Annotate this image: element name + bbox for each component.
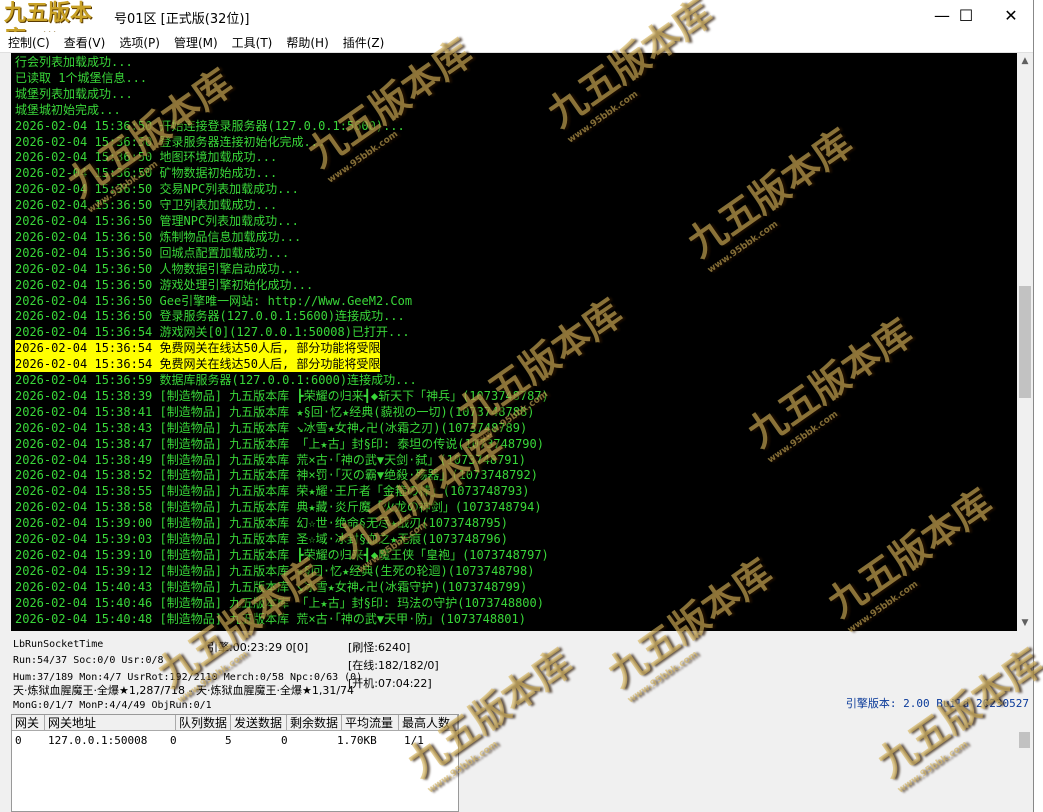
- col-avg-traffic[interactable]: 平均流量: [342, 715, 399, 731]
- maximize-button[interactable]: ☐: [943, 0, 989, 32]
- col-gateway-address[interactable]: 网关地址: [45, 715, 176, 731]
- scroll-thumb[interactable]: [1019, 286, 1031, 398]
- menu-manage[interactable]: 管理(M): [167, 33, 225, 53]
- log-line: 2026-02-04 15:36:54 游戏网关[0](127.0.0.1:50…: [15, 325, 410, 340]
- log-line: 2026-02-04 15:39:12 [制造物品] 九五版本库 ★§回·忆★经…: [15, 563, 535, 578]
- engine-time: 引擎:00:23:29 0[0]: [207, 641, 309, 654]
- title-bar: 九五版本库 www.95bbk.com 号01区 [正式版(32位)] — ☐ …: [0, 0, 1034, 52]
- cell-max: 1/1: [404, 734, 424, 747]
- log-line: 2026-02-04 15:38:52 [制造物品] 九五版本库 神×罚·「灭の…: [15, 468, 538, 483]
- menu-view[interactable]: 查看(V): [57, 33, 113, 53]
- broadcast-text: 天·炼狱血腥魔王·全爆★1,287/718 - 天·炼狱血腥魔王·全爆★1,31…: [13, 684, 355, 697]
- cell-queue: 0: [170, 734, 177, 747]
- scroll-up-arrow-icon[interactable]: ▲: [1017, 53, 1033, 69]
- gateway-scroll-thumb[interactable]: [1019, 732, 1030, 748]
- cell-address: 127.0.0.1:50008: [48, 734, 148, 747]
- log-line: 行会列表加载成功...: [15, 55, 133, 69]
- gateway-table[interactable]: 网关 网关地址 队列数据 发送数据 剩余数据 平均流量 最高人数 0 127.0…: [11, 714, 459, 812]
- log-line: 已读取 1个城堡信息...: [15, 70, 148, 85]
- log-line: 2026-02-04 15:38:47 [制造物品] 九五版本库 「上★古」封§…: [15, 436, 544, 451]
- log-line: 2026-02-04 15:40:43 [制造物品] 九五版本库 ↘冰雪★女神↙…: [15, 579, 528, 594]
- log-line-warning: 2026-02-04 15:36:54 免费网关在线达50人后, 部分功能将受限: [15, 356, 381, 373]
- menu-tools[interactable]: 工具(T): [225, 33, 280, 53]
- engine-version: 引擎版本: 2.00 Build 20230527: [845, 697, 1029, 710]
- menu-help[interactable]: 帮助(H): [279, 33, 335, 53]
- hum-stats: Hum:37/189 Mon:4/7 UsrRot:192/2110 Merch…: [13, 672, 363, 683]
- menu-options[interactable]: 选项(P): [112, 33, 167, 53]
- menu-bar: 控制(C) 查看(V) 选项(P) 管理(M) 工具(T) 帮助(H) 插件(Z): [0, 32, 1033, 53]
- menu-control[interactable]: 控制(C): [0, 33, 57, 53]
- log-line: 2026-02-04 15:36:50 回城点配置加载成功...: [15, 245, 290, 260]
- cell-send: 5: [225, 734, 232, 747]
- log-line: 城堡城初始完成...: [15, 102, 121, 117]
- cell-remaining: 0: [281, 734, 288, 747]
- menu-plugins[interactable]: 插件(Z): [336, 33, 392, 53]
- col-send-data[interactable]: 发送数据: [231, 715, 287, 731]
- log-line: 2026-02-04 15:36:50 人物数据引擎启动成功...: [15, 261, 302, 276]
- log-line: 2026-02-04 15:40:48 [制造物品] 九五版本库 荒×古·「神の…: [15, 611, 526, 626]
- log-line: 2026-02-04 15:36:50 Gee引擎唯一网站: http://Ww…: [15, 293, 413, 308]
- log-line: 2026-02-04 15:36:50 矿物数据初始成功...: [15, 166, 278, 181]
- log-line: 2026-02-04 15:36:50 管理NPC列表加载成功...: [15, 214, 299, 228]
- window-title: 号01区 [正式版(32位)]: [114, 12, 250, 27]
- gateway-scrollbar[interactable]: [1016, 714, 1033, 812]
- log-line: 2026-02-04 15:36:50 地图环境加载成功...: [15, 150, 278, 165]
- col-gateway[interactable]: 网关: [12, 715, 45, 731]
- log-line-warning: 2026-02-04 15:36:54 免费网关在线达50人后, 部分功能将受限: [15, 340, 381, 357]
- log-line: 2026-02-04 15:36:50 炼制物品信息加载成功...: [15, 229, 302, 244]
- run-stats: Run:54/37 Soc:0/0 Usr:0/8: [13, 655, 164, 666]
- mon-stats: MonG:0/1/7 MonP:4/4/49 ObjRun:0/1: [13, 700, 212, 711]
- close-button[interactable]: ✕: [988, 0, 1034, 32]
- log-line: 2026-02-04 15:39:00 [制造物品] 九五版本库 幻☆世·绝命§…: [15, 516, 508, 531]
- boot-time: [开机:07:04:22]: [348, 677, 432, 690]
- log-line: 2026-02-04 15:36:50 交易NPC列表加载成功...: [15, 182, 299, 197]
- log-line: 2026-02-04 15:36:50 开始连接登录服务器(127.0.0.1:…: [15, 118, 405, 133]
- log-line: 2026-02-04 15:36:50 登录服务器连接初始化完成...: [15, 134, 326, 149]
- app-logo: 九五版本库 www.95bbk.com: [0, 0, 112, 52]
- log-line: 2026-02-04 15:36:50 游戏处理引擎初始化成功...: [15, 277, 314, 292]
- log-line: 2026-02-04 15:39:03 [制造物品] 九五版本库 圣☆域·冰封§…: [15, 532, 508, 546]
- console-scrollbar[interactable]: ▲ ▼: [1017, 53, 1033, 631]
- log-line: 2026-02-04 15:36:59 数据库服务器(127.0.0.1:600…: [15, 373, 417, 387]
- scroll-down-arrow-icon[interactable]: ▼: [1017, 615, 1033, 631]
- col-max-users[interactable]: 最高人数: [399, 715, 458, 731]
- log-line: 2026-02-04 15:39:10 [制造物品] 九五版本库 ┣荣耀の归来┫…: [15, 547, 549, 562]
- log-line: 2026-02-04 15:38:49 [制造物品] 九五版本库 荒×古·「神の…: [15, 452, 526, 467]
- log-line: 2026-02-04 15:38:41 [制造物品] 九五版本库 ★§回·忆★经…: [15, 404, 535, 419]
- col-remaining-data[interactable]: 剩余数据: [287, 715, 342, 731]
- log-line: 2026-02-04 15:38:58 [制造物品] 九五版本库 典★藏·炎斤魔…: [15, 500, 542, 515]
- socket-time-label: LbRunSocketTime: [13, 639, 104, 650]
- refresh-monster: [刷怪:6240]: [348, 641, 411, 654]
- cell-gateway: 0: [15, 734, 22, 747]
- log-line: 2026-02-04 15:36:50 守卫列表加载成功...: [15, 198, 278, 213]
- log-line: 2026-02-04 15:38:55 [制造物品] 九五版本库 荣★耀·王斤者…: [15, 484, 530, 499]
- log-line: 2026-02-04 15:38:39 [制造物品] 九五版本库 ┣荣耀の归来┫…: [15, 388, 549, 403]
- cell-traffic: 1.70KB: [337, 734, 377, 747]
- log-line: 城堡列表加载成功...: [15, 86, 133, 101]
- server-window: 九五版本库 www.95bbk.com 号01区 [正式版(32位)] — ☐ …: [0, 0, 1034, 812]
- col-queue-data[interactable]: 队列数据: [176, 715, 231, 731]
- log-console[interactable]: 行会列表加载成功... 已读取 1个城堡信息... 城堡列表加载成功... 城堡城初始…: [11, 53, 1017, 631]
- log-line: 2026-02-04 15:38:43 [制造物品] 九五版本库 ↘冰雪★女神↙…: [15, 420, 528, 435]
- log-line: 2026-02-04 15:36:50 登录服务器(127.0.0.1:5600…: [15, 309, 405, 324]
- background-window-edge: [1034, 0, 1043, 812]
- log-line: 2026-02-04 15:40:46 [制造物品] 九五版本库 「上★古」封§…: [15, 595, 544, 610]
